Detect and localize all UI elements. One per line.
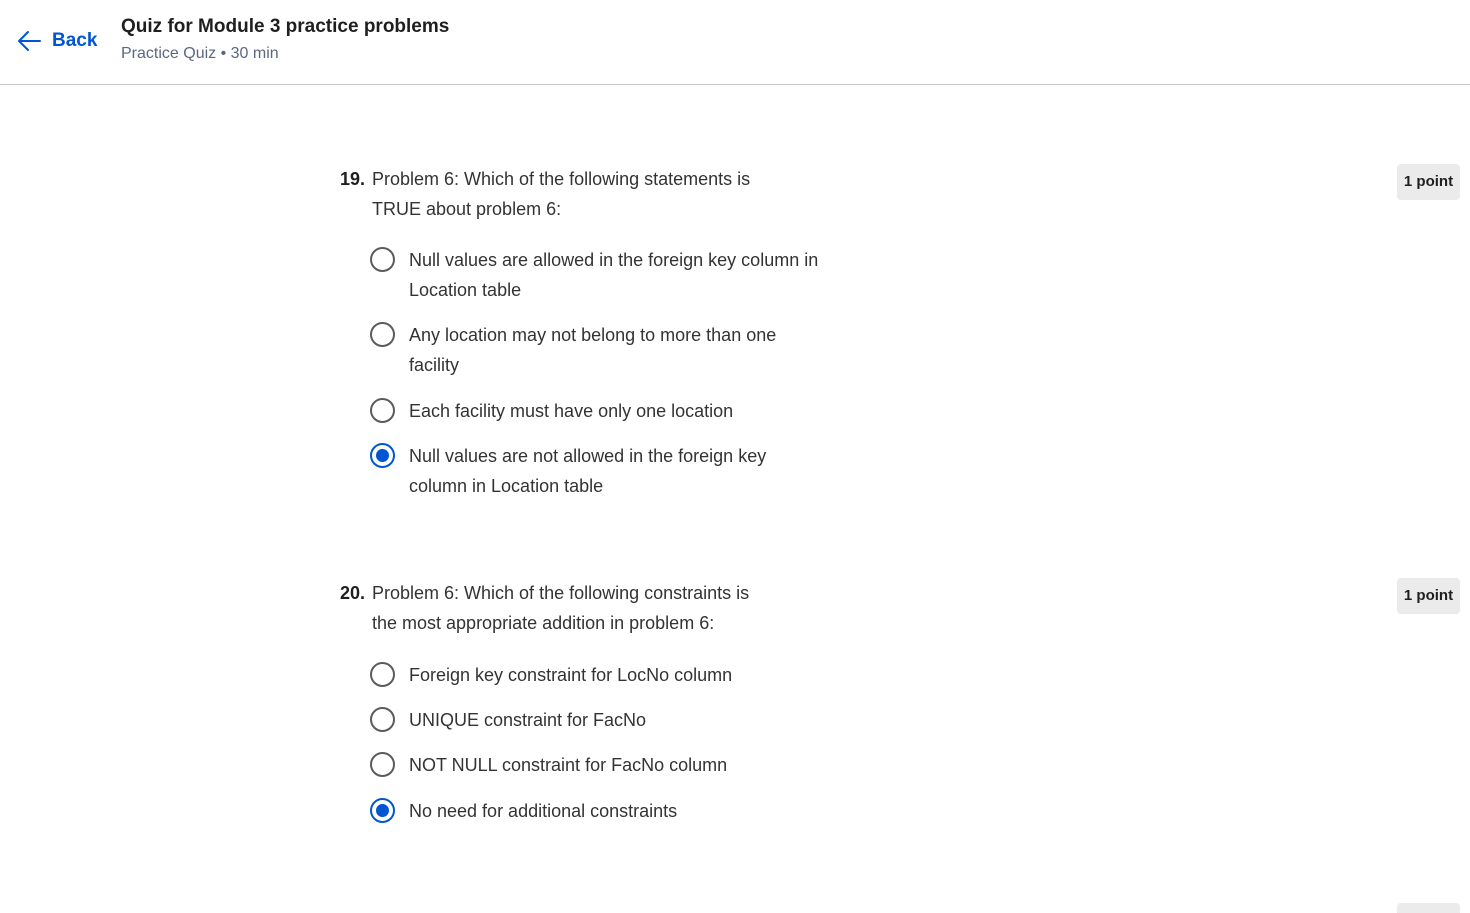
radio-button[interactable] — [370, 752, 395, 777]
question-text: Problem 6: Which of the following statem… — [372, 169, 751, 219]
radio-button[interactable] — [370, 707, 395, 732]
quiz-header: Back Quiz for Module 3 practice problems… — [0, 0, 1470, 85]
arrow-left-icon — [18, 31, 41, 51]
option-label: Any location may not belong to more than… — [409, 325, 777, 375]
radio-button-selected[interactable] — [370, 443, 395, 468]
option-20-d[interactable]: No need for additional constraints — [370, 796, 850, 826]
radio-button[interactable] — [370, 662, 395, 687]
radio-button[interactable] — [370, 247, 395, 272]
option-label: Null values are not allowed in the forei… — [409, 446, 767, 496]
option-19-b[interactable]: Any location may not belong to more than… — [370, 320, 850, 380]
points-badge: 1 point — [1397, 164, 1460, 200]
option-label: UNIQUE constraint for FacNo — [409, 710, 647, 730]
page-title: Quiz for Module 3 practice problems — [121, 16, 450, 37]
radio-button[interactable] — [370, 398, 395, 423]
option-19-d[interactable]: Null values are not allowed in the forei… — [370, 441, 850, 501]
option-20-c[interactable]: NOT NULL constraint for FacNo column — [370, 750, 850, 780]
question-text: Problem 6: Which of the following constr… — [372, 583, 750, 633]
back-label: Back — [52, 30, 98, 51]
question-19: 19. Problem 6: Which of the following st… — [340, 164, 1470, 504]
option-20-a[interactable]: Foreign key constraint for LocNo column — [370, 660, 850, 690]
option-label: NOT NULL constraint for FacNo column — [409, 755, 728, 775]
back-button[interactable]: Back — [16, 26, 97, 56]
question-number: 20. — [340, 583, 366, 603]
points-badge: 1 point — [1397, 578, 1460, 614]
option-label: Foreign key constraint for LocNo column — [409, 665, 733, 685]
option-19-a[interactable]: Null values are allowed in the foreign k… — [370, 245, 850, 305]
option-label: Null values are allowed in the foreign k… — [409, 250, 819, 300]
quiz-meta: Practice Quiz • 30 min — [121, 45, 279, 62]
option-label: No need for additional constraints — [409, 801, 678, 821]
radio-button-selected[interactable] — [370, 798, 395, 823]
option-20-b[interactable]: UNIQUE constraint for FacNo — [370, 705, 850, 735]
next-question-points-badge — [1397, 903, 1460, 913]
question-number: 19. — [340, 169, 366, 189]
option-19-c[interactable]: Each facility must have only one locatio… — [370, 396, 850, 426]
question-20: 20. Problem 6: Which of the following co… — [340, 578, 1470, 838]
radio-button[interactable] — [370, 322, 395, 347]
option-label: Each facility must have only one locatio… — [409, 401, 734, 421]
